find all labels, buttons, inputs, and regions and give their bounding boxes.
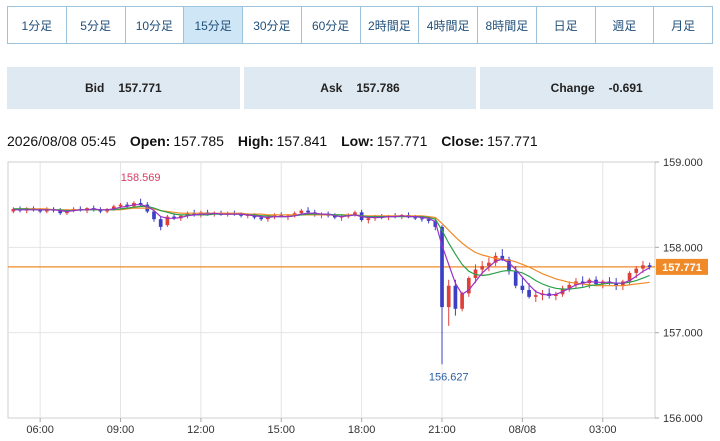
high-value: 157.841: [276, 133, 328, 149]
bid-label: Bid: [84, 81, 105, 95]
candle-body[interactable]: [366, 218, 371, 221]
price-annotation: 158.569: [121, 172, 161, 184]
x-tick-label: 09:00: [107, 424, 135, 436]
close-label: Close:: [441, 133, 485, 149]
y-tick-label: 156.000: [663, 413, 703, 425]
x-tick-label: 03:00: [589, 424, 617, 436]
candlestick-chart[interactable]: 159.000 158.000 157.000 156.000 06:00 09:00 12…: [0, 150, 720, 441]
candle-body[interactable]: [641, 265, 645, 269]
tab-8hour[interactable]: 8時間足: [478, 7, 537, 43]
quote-bar: Bid 157.771 Ask 157.786 Change -0.691: [7, 67, 714, 109]
ask-label: Ask: [320, 81, 343, 95]
x-tick-label: 18:00: [348, 424, 376, 436]
x-tick-label: 12:00: [187, 424, 215, 436]
change-box: Change -0.691: [480, 67, 714, 109]
tab-2hour[interactable]: 2時間足: [361, 7, 420, 43]
tab-1min[interactable]: 1分足: [8, 7, 67, 43]
y-tick-label: 157.000: [663, 328, 703, 340]
candle-body[interactable]: [647, 265, 652, 267]
ask-value: 157.786: [356, 81, 400, 95]
candle-body[interactable]: [446, 285, 451, 308]
candle-body[interactable]: [299, 210, 304, 214]
price-annotation: 156.627: [429, 371, 469, 383]
plot-area[interactable]: [7, 161, 656, 419]
change-label: Change: [550, 81, 595, 95]
x-tick-label: 08/08: [509, 424, 537, 436]
ohlc-readout: 2026/08/08 05:45 Open: 157.785 High: 157.8…: [7, 133, 541, 149]
open-label: Open:: [129, 133, 171, 149]
candle-body[interactable]: [507, 259, 511, 272]
candle-body[interactable]: [480, 266, 485, 270]
tab-60min[interactable]: 60分足: [302, 7, 361, 43]
ask-box: Ask 157.786: [243, 67, 477, 109]
low-value: 157.771: [376, 133, 428, 149]
candle-body[interactable]: [460, 293, 464, 309]
x-tick-label: 15:00: [268, 424, 296, 436]
candle-body[interactable]: [413, 217, 418, 219]
tab-15min[interactable]: 15分足: [184, 7, 243, 43]
candle-body[interactable]: [259, 217, 264, 220]
high-label: High:: [237, 133, 274, 149]
timeframe-tabs: 1分足 5分足 10分足 15分足 30分足 60分足 2時間足 4時間足 8時…: [7, 6, 713, 44]
candle-body[interactable]: [453, 285, 458, 309]
candle-body[interactable]: [306, 210, 310, 213]
candle-body[interactable]: [634, 268, 639, 273]
tab-5min[interactable]: 5分足: [67, 7, 126, 43]
tab-4hour[interactable]: 4時間足: [419, 7, 478, 43]
candle-body[interactable]: [152, 211, 156, 220]
y-tick-label: 158.000: [663, 242, 703, 254]
ohlc-datetime: 2026/08/08 05:45: [7, 133, 116, 149]
candle-body[interactable]: [118, 204, 123, 207]
tab-daily[interactable]: 日足: [537, 7, 596, 43]
close-value: 157.771: [487, 133, 538, 149]
tab-weekly[interactable]: 週足: [596, 7, 655, 43]
candle-body[interactable]: [513, 271, 518, 286]
change-value: -0.691: [608, 81, 643, 95]
tab-monthly[interactable]: 月足: [654, 7, 712, 43]
bid-value: 157.771: [118, 81, 162, 95]
tab-30min[interactable]: 30分足: [243, 7, 302, 43]
open-value: 157.785: [173, 133, 224, 149]
x-tick-label: 21:00: [428, 424, 456, 436]
current-price-label: 157.771: [662, 262, 702, 274]
candle-body[interactable]: [533, 295, 538, 297]
candle-body[interactable]: [158, 219, 163, 227]
candle-body[interactable]: [420, 218, 424, 220]
low-label: Low:: [341, 133, 374, 149]
x-tick-label: 06:00: [26, 424, 54, 436]
y-tick-label: 159.000: [663, 157, 703, 169]
tab-10min[interactable]: 10分足: [126, 7, 185, 43]
candle-body[interactable]: [520, 285, 525, 290]
candle-body[interactable]: [527, 290, 531, 297]
bid-box: Bid 157.771: [7, 67, 240, 109]
